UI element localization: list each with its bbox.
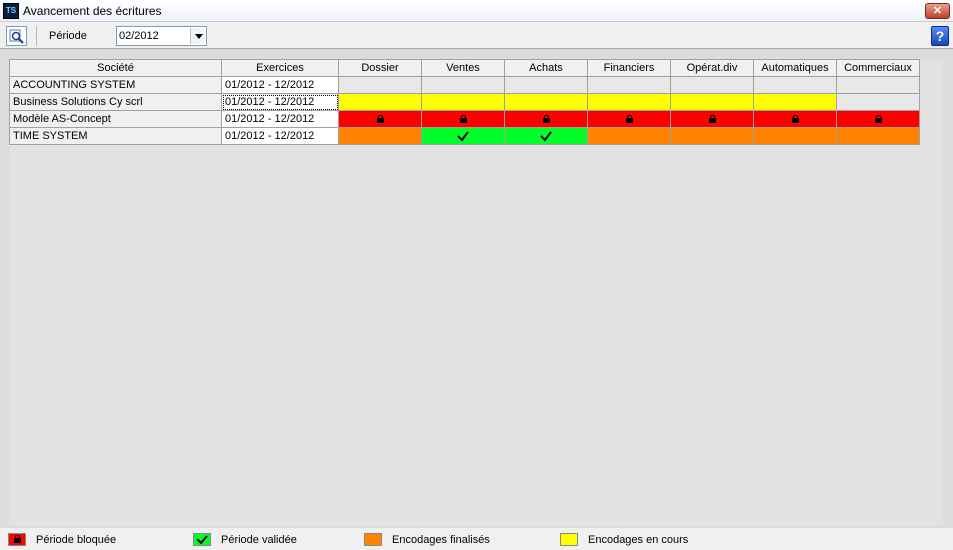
legend-label: Période validée [221, 534, 297, 546]
status-cell-inprogress[interactable] [670, 93, 754, 111]
status-cell-empty[interactable] [421, 76, 505, 94]
column-header[interactable]: Achats [504, 59, 588, 77]
status-cell-empty[interactable] [670, 76, 754, 94]
status-cell-inprogress[interactable] [587, 93, 671, 111]
societe-cell[interactable]: Modèle AS-Concept [9, 110, 222, 128]
status-cell-finalized[interactable] [753, 127, 837, 145]
table-row[interactable]: ACCOUNTING SYSTEM 01/2012 - 12/2012 [9, 76, 920, 94]
status-cell-inprogress[interactable] [421, 93, 505, 111]
table-row[interactable]: Business Solutions Cy scrl 01/2012 - 12/2… [9, 93, 920, 111]
help-button[interactable]: ? [931, 26, 949, 46]
status-cell-locked[interactable] [421, 110, 505, 128]
lock-icon [625, 115, 634, 124]
legend-label: Période bloquée [36, 534, 117, 546]
status-cell-locked[interactable] [670, 110, 754, 128]
status-cell-empty[interactable] [753, 76, 837, 94]
status-cell-empty[interactable] [836, 93, 920, 111]
legend-swatch-locked [8, 533, 26, 546]
exercices-cell[interactable]: 01/2012 - 12/2012 [221, 127, 339, 145]
societe-cell[interactable]: ACCOUNTING SYSTEM [9, 76, 222, 94]
search-button[interactable] [6, 26, 27, 46]
legend-swatch-inprogress [560, 533, 578, 546]
legend-swatch-finalized [364, 533, 382, 546]
status-cell-locked[interactable] [753, 110, 837, 128]
lock-icon [459, 115, 468, 124]
lock-icon [791, 115, 800, 124]
status-cell-locked[interactable] [504, 110, 588, 128]
lock-icon [376, 115, 385, 124]
toolbar: Période 02/2012 ? [0, 22, 953, 49]
column-header[interactable]: Dossier [338, 59, 422, 77]
periode-value: 02/2012 [119, 30, 159, 42]
column-header[interactable]: Ventes [421, 59, 505, 77]
status-cell-validated[interactable] [421, 127, 505, 145]
status-cell-inprogress[interactable] [504, 93, 588, 111]
legend-label: Encodages finalisés [392, 534, 490, 546]
status-cell-finalized[interactable] [587, 127, 671, 145]
status-cell-finalized[interactable] [836, 127, 920, 145]
table-row[interactable]: TIME SYSTEM 01/2012 - 12/2012 [9, 127, 920, 145]
progress-grid: Société Exercices Dossier Ventes Achats … [9, 59, 920, 145]
status-cell-empty[interactable] [836, 76, 920, 94]
periode-label: Période [49, 30, 87, 42]
exercices-cell[interactable]: 01/2012 - 12/2012 [221, 93, 339, 111]
magnifier-icon [9, 29, 24, 44]
table-row[interactable]: Modèle AS-Concept 01/2012 - 12/2012 [9, 110, 920, 128]
checkmark-icon [540, 131, 552, 142]
legend-label: Encodages en cours [588, 534, 689, 546]
status-cell-inprogress[interactable] [753, 93, 837, 111]
status-cell-inprogress[interactable] [338, 93, 422, 111]
column-header[interactable]: Commerciaux [836, 59, 920, 77]
column-header[interactable]: Exercices [221, 59, 339, 77]
societe-cell[interactable]: TIME SYSTEM [9, 127, 222, 145]
status-cell-empty[interactable] [504, 76, 588, 94]
column-header[interactable]: Société [9, 59, 222, 77]
checkmark-icon [196, 535, 208, 545]
periode-select[interactable]: 02/2012 [116, 26, 207, 46]
exercices-cell[interactable]: 01/2012 - 12/2012 [221, 76, 339, 94]
title-bar: TS Avancement des écritures ✕ [0, 0, 953, 22]
status-cell-locked[interactable] [338, 110, 422, 128]
window-title: Avancement des écritures [23, 4, 162, 18]
column-header[interactable]: Financiers [587, 59, 671, 77]
close-button[interactable]: ✕ [925, 3, 950, 19]
status-cell-finalized[interactable] [338, 127, 422, 145]
status-cell-finalized[interactable] [670, 127, 754, 145]
status-cell-locked[interactable] [587, 110, 671, 128]
status-cell-locked[interactable] [836, 110, 920, 128]
status-cell-empty[interactable] [338, 76, 422, 94]
lock-icon [542, 115, 551, 124]
grid-header-row: Société Exercices Dossier Ventes Achats … [9, 59, 920, 77]
chevron-down-icon[interactable] [190, 28, 205, 44]
column-header[interactable]: Automatiques [753, 59, 837, 77]
exercices-cell[interactable]: 01/2012 - 12/2012 [221, 110, 339, 128]
column-header[interactable]: Opérat.div [670, 59, 754, 77]
lock-icon [708, 115, 717, 124]
lock-icon [874, 115, 883, 124]
toolbar-separator [36, 26, 37, 46]
progress-grid-area: Société Exercices Dossier Ventes Achats … [9, 59, 943, 526]
legend-swatch-validated [193, 533, 211, 546]
societe-cell[interactable]: Business Solutions Cy scrl [9, 93, 222, 111]
app-logo-icon: TS [3, 3, 19, 19]
status-cell-validated[interactable] [504, 127, 588, 145]
checkmark-icon [457, 131, 469, 142]
status-cell-empty[interactable] [587, 76, 671, 94]
lock-icon [13, 535, 22, 544]
legend: Période bloquée Période validée Encodage… [0, 528, 953, 550]
